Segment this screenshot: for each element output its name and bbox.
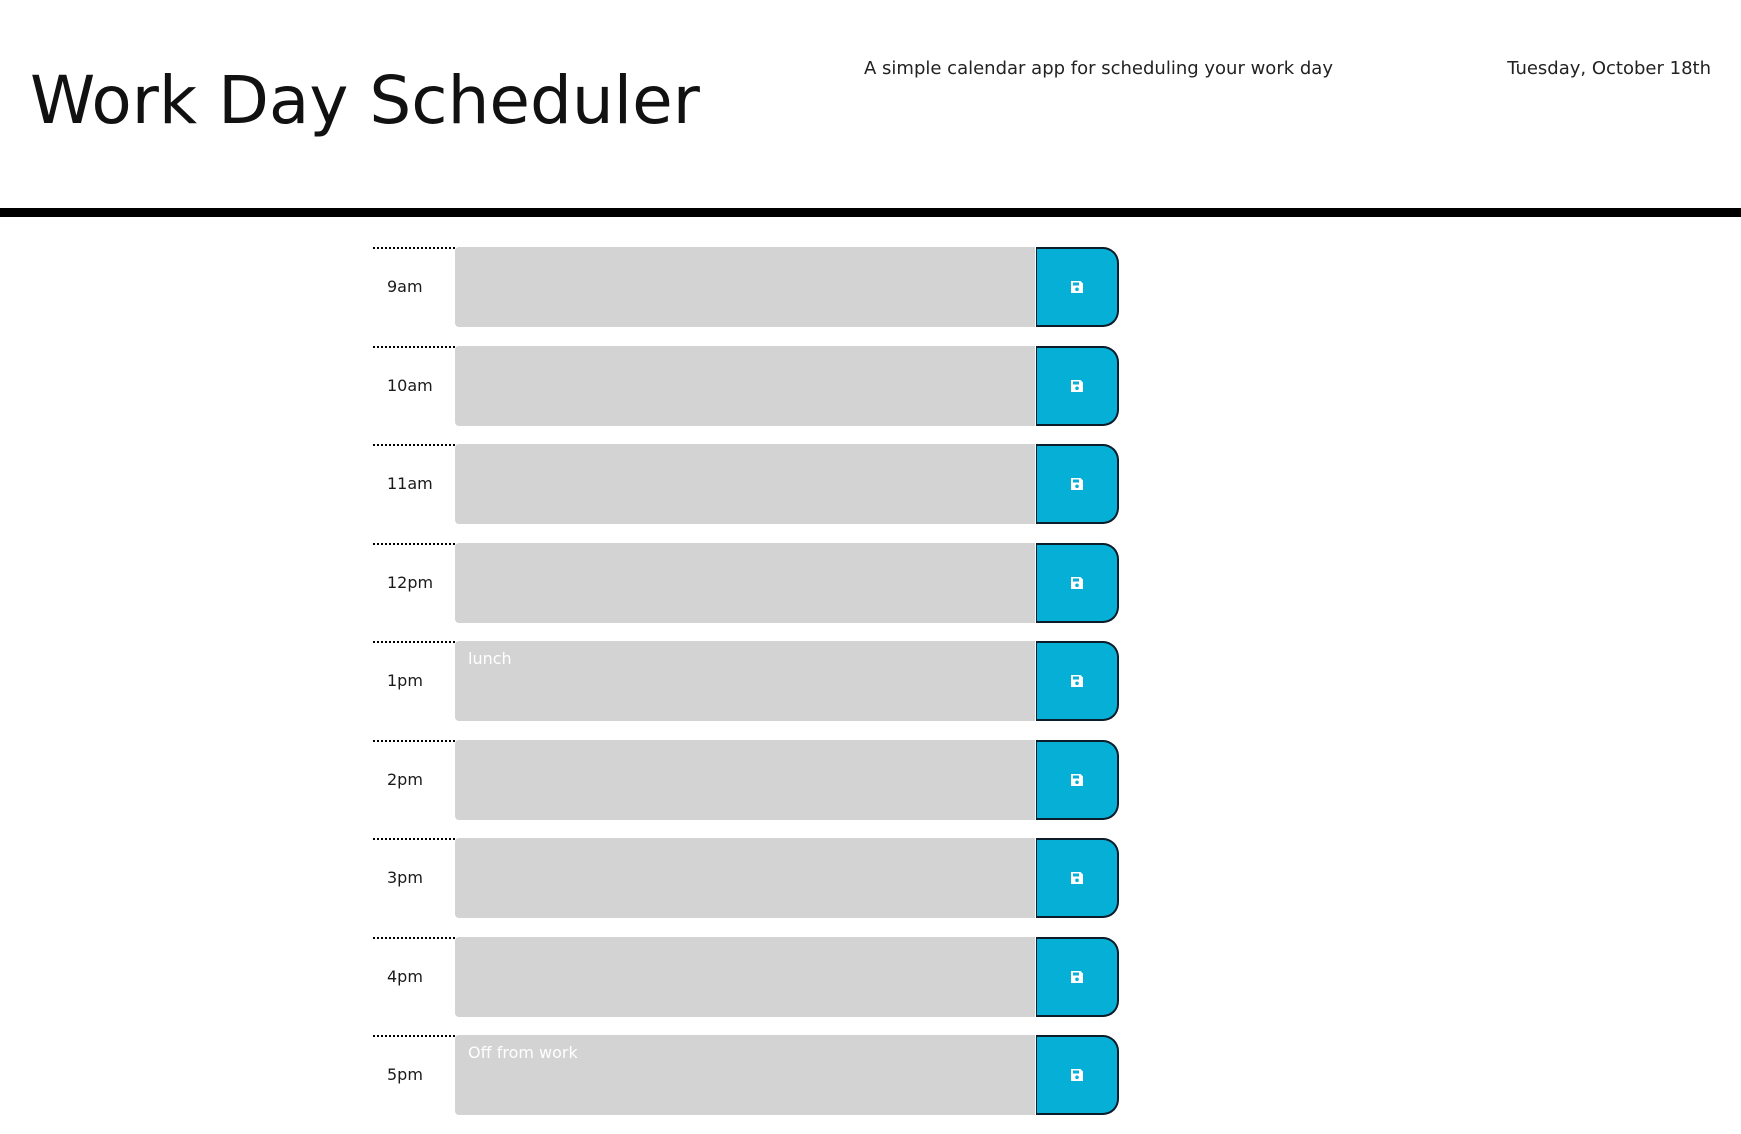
page-subtitle: A simple calendar app for scheduling you… xyxy=(864,58,1333,79)
save-button[interactable] xyxy=(1036,1035,1119,1115)
save-button[interactable] xyxy=(1036,936,1119,1017)
save-icon xyxy=(1070,1068,1084,1082)
time-block-row: 11am xyxy=(373,444,1120,524)
hour-text: 4pm xyxy=(387,966,423,986)
save-button[interactable] xyxy=(1036,247,1119,327)
hour-label: 4pm xyxy=(373,936,455,1017)
save-button[interactable] xyxy=(1036,838,1119,918)
time-block-row: 10am xyxy=(373,345,1120,426)
save-icon xyxy=(1070,477,1084,491)
event-description-input[interactable] xyxy=(455,739,1035,820)
time-block-row: 3pm xyxy=(373,838,1120,918)
hour-text: 2pm xyxy=(387,769,423,789)
hour-text: 1pm xyxy=(387,671,423,690)
save-button[interactable] xyxy=(1036,542,1119,623)
time-block-row: 2pm xyxy=(373,739,1120,820)
hour-label: 1pm xyxy=(373,641,455,721)
time-block-row: 12pm xyxy=(373,542,1120,623)
page-header: Work Day Scheduler A simple calendar app… xyxy=(0,0,1741,208)
save-icon xyxy=(1070,379,1084,393)
hour-label: 11am xyxy=(373,444,455,524)
hour-label: 12pm xyxy=(373,542,455,623)
save-icon xyxy=(1070,970,1084,984)
save-icon xyxy=(1070,280,1084,294)
header-divider xyxy=(0,208,1741,217)
hour-text: 9am xyxy=(387,277,423,296)
page-title: Work Day Scheduler xyxy=(30,62,700,139)
hour-label: 2pm xyxy=(373,739,455,820)
save-button[interactable] xyxy=(1036,739,1119,820)
current-date: Tuesday, October 18th xyxy=(1507,58,1711,79)
event-description-input[interactable] xyxy=(455,838,1035,918)
event-description-input[interactable] xyxy=(455,247,1035,327)
event-description-input[interactable] xyxy=(455,542,1035,623)
time-block-row: 5pm Off from work xyxy=(373,1035,1120,1115)
hour-label: 10am xyxy=(373,345,455,426)
time-block-row: 9am xyxy=(373,247,1120,327)
hour-label: 5pm xyxy=(373,1035,455,1115)
save-icon xyxy=(1070,773,1084,787)
event-description-input[interactable] xyxy=(455,936,1035,1017)
hour-text: 3pm xyxy=(387,868,423,887)
event-description-input[interactable]: lunch xyxy=(455,641,1035,721)
save-button[interactable] xyxy=(1036,444,1119,524)
event-description-input[interactable]: Off from work xyxy=(455,1035,1035,1115)
save-icon xyxy=(1070,674,1084,688)
save-button[interactable] xyxy=(1036,641,1119,721)
schedule-container: 9am 10am 11am 12pm 1pm lunch 2pm 3pm 4pm xyxy=(373,247,1120,1134)
hour-text: 10am xyxy=(387,375,433,395)
save-icon xyxy=(1070,576,1084,590)
event-description-input[interactable] xyxy=(455,345,1035,426)
save-icon xyxy=(1070,871,1084,885)
hour-text: 5pm xyxy=(387,1065,423,1084)
time-block-row: 1pm lunch xyxy=(373,641,1120,721)
event-description-input[interactable] xyxy=(455,444,1035,524)
hour-label: 3pm xyxy=(373,838,455,918)
save-button[interactable] xyxy=(1036,345,1119,426)
hour-text: 12pm xyxy=(387,572,434,592)
time-block-row: 4pm xyxy=(373,936,1120,1017)
hour-label: 9am xyxy=(373,247,455,327)
hour-text: 11am xyxy=(387,474,433,493)
